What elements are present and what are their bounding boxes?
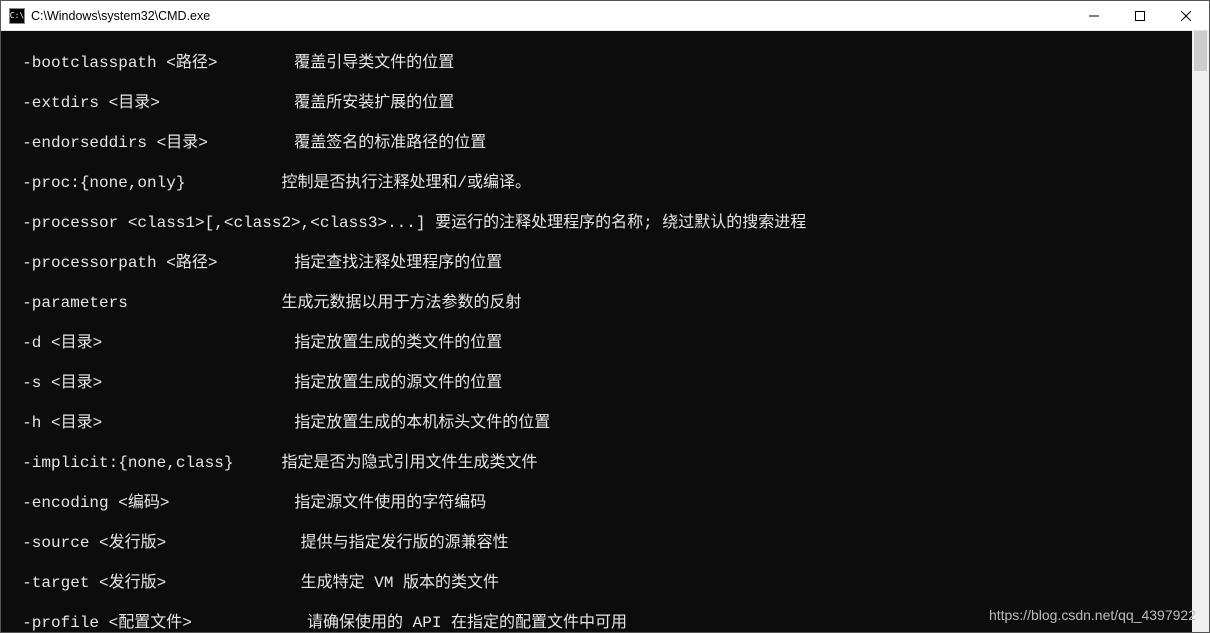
close-button[interactable] — [1163, 1, 1209, 31]
terminal-output[interactable]: -bootclasspath <路径> 覆盖引导类文件的位置 -extdirs … — [1, 31, 1192, 632]
close-icon — [1181, 11, 1191, 21]
output-line: -profile <配置文件> 请确保使用的 API 在指定的配置文件中可用 — [3, 613, 1192, 632]
titlebar[interactable]: C:\ C:\Windows\system32\CMD.exe — [1, 1, 1209, 31]
output-line: -encoding <编码> 指定源文件使用的字符编码 — [3, 493, 1192, 513]
minimize-icon — [1089, 11, 1099, 21]
output-line: -extdirs <目录> 覆盖所安装扩展的位置 — [3, 93, 1192, 113]
output-line: -processor <class1>[,<class2>,<class3>..… — [3, 213, 1192, 233]
client-area: -bootclasspath <路径> 覆盖引导类文件的位置 -extdirs … — [1, 31, 1209, 632]
output-line: -proc:{none,only} 控制是否执行注释处理和/或编译。 — [3, 173, 1192, 193]
output-line: -implicit:{none,class} 指定是否为隐式引用文件生成类文件 — [3, 453, 1192, 473]
output-line: -processorpath <路径> 指定查找注释处理程序的位置 — [3, 253, 1192, 273]
cmd-icon: C:\ — [9, 8, 25, 24]
output-line: -d <目录> 指定放置生成的类文件的位置 — [3, 333, 1192, 353]
scrollbar-thumb[interactable] — [1194, 31, 1207, 71]
output-line: -s <目录> 指定放置生成的源文件的位置 — [3, 373, 1192, 393]
output-line: -source <发行版> 提供与指定发行版的源兼容性 — [3, 533, 1192, 553]
vertical-scrollbar[interactable] — [1192, 31, 1209, 632]
minimize-button[interactable] — [1071, 1, 1117, 31]
maximize-icon — [1135, 11, 1145, 21]
output-line: -target <发行版> 生成特定 VM 版本的类文件 — [3, 573, 1192, 593]
window-title: C:\Windows\system32\CMD.exe — [31, 9, 210, 23]
output-line: -bootclasspath <路径> 覆盖引导类文件的位置 — [3, 53, 1192, 73]
output-line: -endorseddirs <目录> 覆盖签名的标准路径的位置 — [3, 133, 1192, 153]
cmd-window: C:\ C:\Windows\system32\CMD.exe -bootcla… — [0, 0, 1210, 633]
output-line: -h <目录> 指定放置生成的本机标头文件的位置 — [3, 413, 1192, 433]
output-line: -parameters 生成元数据以用于方法参数的反射 — [3, 293, 1192, 313]
maximize-button[interactable] — [1117, 1, 1163, 31]
